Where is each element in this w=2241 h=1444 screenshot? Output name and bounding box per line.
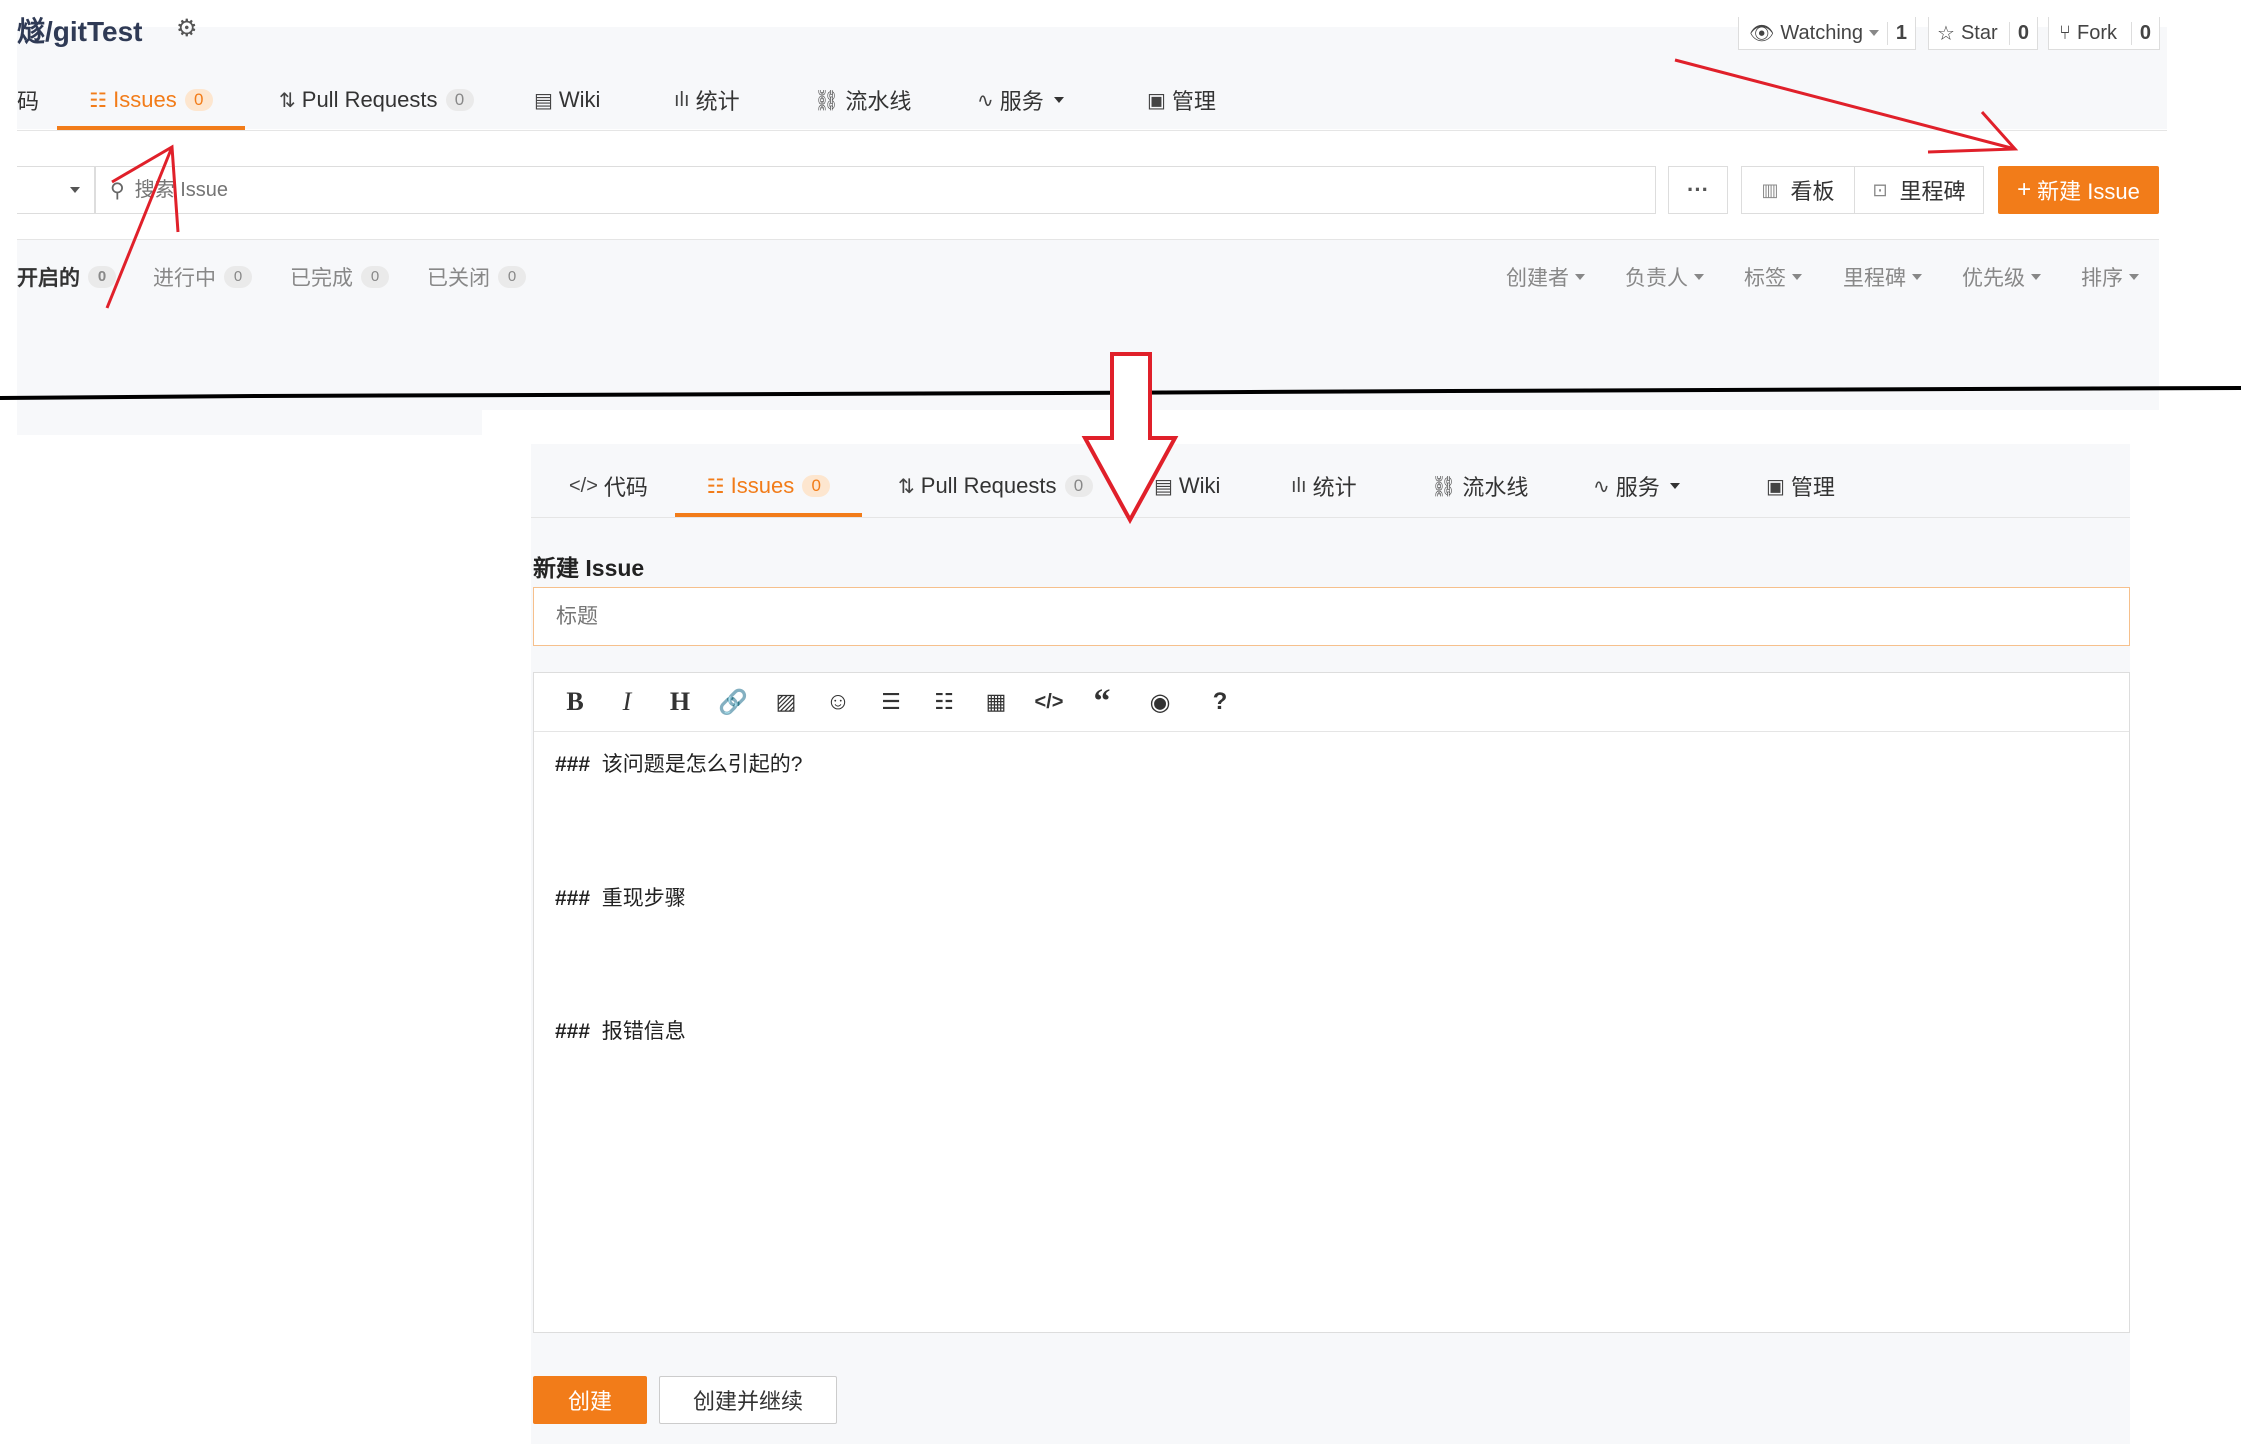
arrow-to-new-issue: [1674, 58, 2019, 154]
arrow-to-issues-tab: [105, 144, 180, 309]
arrow-down-hollow: [1081, 352, 1179, 525]
annotation-overlay: [0, 58, 2241, 525]
